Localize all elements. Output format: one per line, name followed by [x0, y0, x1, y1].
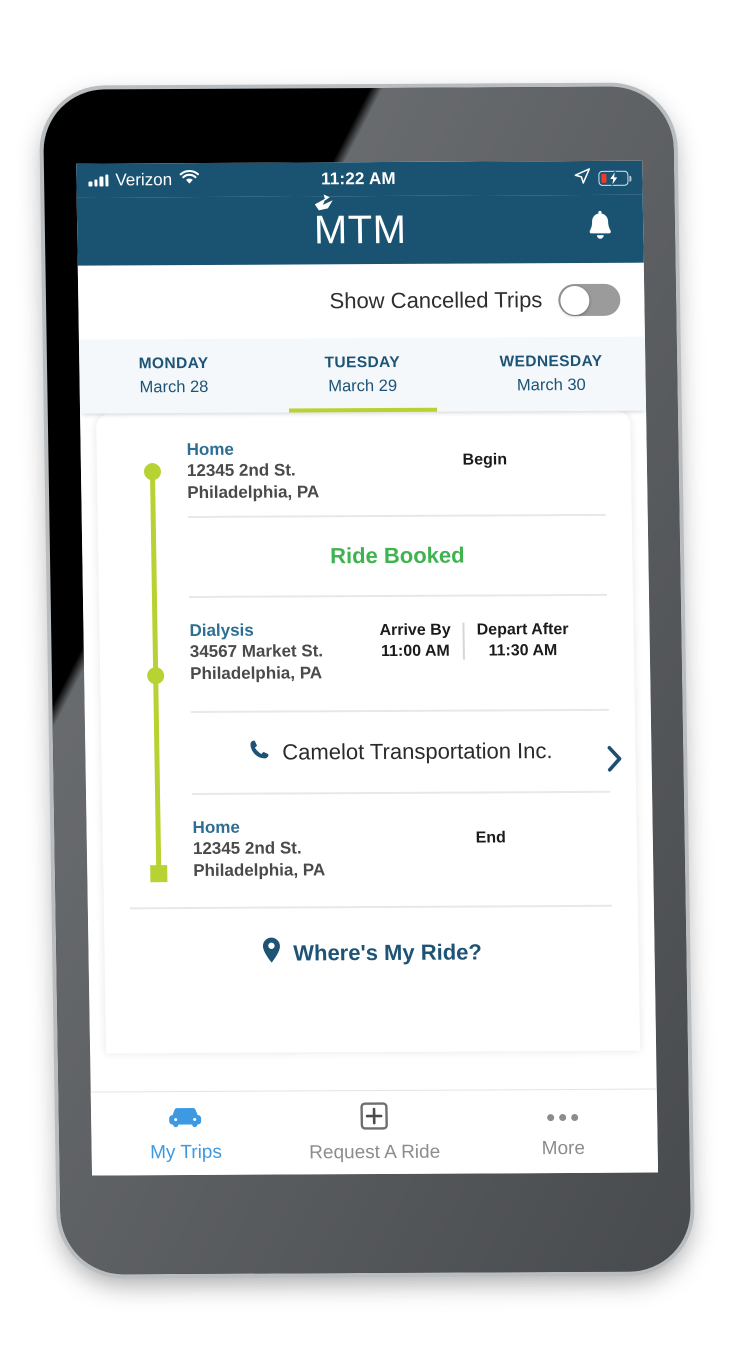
trip-stop-return: Home 12345 2nd St. Philadelphia, PA End: [102, 792, 637, 882]
mtm-bird-icon: [309, 192, 343, 223]
day-tab-tuesday[interactable]: TUESDAY March 29: [268, 338, 458, 413]
arrive-by-column: Arrive By 11:00 AM: [367, 620, 463, 662]
provider-name: Camelot Transportation Inc.: [282, 738, 553, 765]
day-tab-wednesday[interactable]: WEDNESDAY March 30: [456, 337, 646, 412]
depart-after-label: Depart After: [477, 620, 569, 641]
day-tab-weekday: WEDNESDAY: [499, 353, 602, 372]
status-bar-right: [396, 167, 629, 189]
day-tab-monday[interactable]: MONDAY March 28: [79, 339, 269, 414]
trip-stop-destination: Dialysis 34567 Market St. Philadelphia, …: [99, 595, 634, 685]
stop-address-line2: Philadelphia, PA: [190, 662, 368, 685]
timeline-dot-middle: [147, 667, 164, 684]
stop-address-line2: Philadelphia, PA: [193, 859, 371, 882]
wheres-my-ride-label: Where's My Ride?: [293, 939, 482, 966]
wheres-my-ride-button[interactable]: Where's My Ride?: [104, 907, 639, 971]
day-tab-weekday: TUESDAY: [324, 354, 400, 372]
day-tab-date: March 30: [517, 376, 586, 395]
bottom-tab-label: Request A Ride: [309, 1141, 440, 1164]
status-bar-left: Verizon: [88, 169, 321, 190]
day-tab-date: March 29: [328, 377, 397, 396]
carrier-label: Verizon: [115, 170, 172, 190]
timeline-dot-start: [144, 463, 161, 480]
stop-address-line1: 12345 2nd St.: [193, 837, 371, 860]
phone-icon: [248, 738, 270, 766]
bottom-tab-my-trips[interactable]: My Trips: [91, 1103, 281, 1164]
plus-box-icon: [360, 1101, 389, 1134]
trip-card-wrapper: Home 12345 2nd St. Philadelphia, PA Begi…: [80, 411, 656, 1054]
toggle-knob: [560, 285, 589, 314]
bottom-tab-bar: My Trips Request A Ride More: [91, 1089, 658, 1176]
trip-card[interactable]: Home 12345 2nd St. Philadelphia, PA Begi…: [96, 411, 640, 1054]
stop-times: Arrive By 11:00 AM Depart After 11:30 AM: [367, 618, 581, 663]
status-bar-clock: 11:22 AM: [321, 169, 396, 189]
show-cancelled-toggle[interactable]: [558, 284, 621, 316]
trip-stop-origin: Home 12345 2nd St. Philadelphia, PA Begi…: [96, 437, 631, 505]
bottom-tab-label: My Trips: [150, 1141, 222, 1163]
stop-address-block: Home 12345 2nd St. Philadelphia, PA: [192, 816, 371, 882]
timeline-square-end: [150, 865, 167, 882]
stop-address-line1: 34567 Market St.: [190, 640, 368, 663]
location-arrow-icon: [574, 167, 590, 188]
chevron-right-icon[interactable]: [603, 743, 626, 780]
battery-charging-icon: [598, 170, 628, 185]
arrive-by-time: 11:00 AM: [380, 641, 451, 662]
stop-status-end: End: [370, 814, 611, 847]
arrive-by-label: Arrive By: [379, 620, 450, 641]
show-cancelled-label: Show Cancelled Trips: [329, 287, 542, 314]
ride-status-label: Ride Booked: [162, 515, 633, 595]
bottom-tab-more[interactable]: More: [468, 1103, 658, 1161]
day-tab-weekday: MONDAY: [139, 355, 209, 373]
stop-name: Dialysis: [189, 619, 367, 641]
stop-address-block: Dialysis 34567 Market St. Philadelphia, …: [189, 619, 368, 685]
day-tab-strip: MONDAY March 28 TUESDAY March 29 WEDNESD…: [79, 337, 646, 414]
depart-after-column: Depart After 11:30 AM: [465, 620, 582, 662]
stop-status-begin: Begin: [364, 437, 605, 470]
stop-address-block: Home 12345 2nd St. Philadelphia, PA: [186, 438, 365, 504]
day-tab-date: March 28: [139, 378, 208, 397]
bottom-tab-request-a-ride[interactable]: Request A Ride: [280, 1101, 470, 1164]
stop-name: Home: [186, 438, 364, 460]
ellipsis-icon: [547, 1103, 578, 1131]
stop-name: Home: [192, 816, 370, 838]
bottom-tab-label: More: [542, 1138, 586, 1160]
screenshot-root: Verizon 11:22 AM: [0, 0, 750, 1346]
car-icon: [166, 1103, 204, 1134]
stop-address-line2: Philadelphia, PA: [187, 481, 365, 504]
stop-address-line1: 12345 2nd St.: [187, 459, 365, 482]
map-pin-icon: [261, 937, 282, 970]
wifi-icon: [179, 170, 199, 190]
depart-after-time: 11:30 AM: [477, 641, 569, 662]
bell-icon[interactable]: [585, 210, 616, 247]
show-cancelled-row: Show Cancelled Trips: [78, 263, 645, 340]
app-header: MTM: [77, 195, 644, 266]
status-bar: Verizon 11:22 AM: [76, 161, 643, 198]
phone-screen: Verizon 11:22 AM: [76, 161, 658, 1176]
signal-bars-icon: [88, 174, 108, 186]
provider-row[interactable]: Camelot Transportation Inc.: [165, 710, 636, 792]
mtm-logo: MTM: [314, 210, 407, 250]
